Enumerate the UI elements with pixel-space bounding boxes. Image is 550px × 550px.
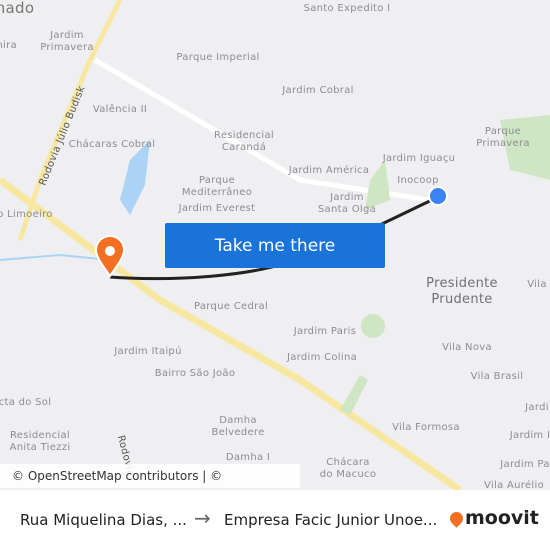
moovit-pin-icon <box>447 508 466 528</box>
map-label: Chácaras Cobral <box>68 139 156 150</box>
map-label: Vila Nova <box>442 342 492 353</box>
map-label: Jardi <box>525 402 549 413</box>
map-label: hado <box>0 0 35 17</box>
map-label: mira <box>0 40 17 51</box>
map-label: Jardim Iguaçu <box>382 153 456 164</box>
map-label: Jardim Itaipú <box>114 346 182 357</box>
map-label: Inocoop <box>397 175 439 186</box>
map-label: cta do Sol <box>0 397 52 408</box>
map-label: Parque Primavera <box>476 126 530 149</box>
map-label: Jardim Cobral <box>282 85 354 96</box>
map-label: Bairro São João <box>154 368 236 379</box>
map-label: o Limoeiro <box>0 209 53 220</box>
map[interactable]: hado Jardim Primavera mira Santo Expedito I… <box>0 0 550 490</box>
lake <box>120 140 150 215</box>
map-label: Vila <box>527 279 547 290</box>
map-label: Parque Cedral <box>193 301 269 312</box>
take-me-there-button[interactable]: Take me there <box>165 223 385 268</box>
map-label: Jardim Pa <box>500 459 550 470</box>
map-label: Jardim Santa Olga <box>317 192 377 215</box>
map-label: Vila Formosa <box>392 422 460 433</box>
map-label: Chácara do Macuco <box>319 457 377 480</box>
map-label: Damha I <box>225 452 271 463</box>
map-label: Vila Aurélio <box>484 480 544 490</box>
map-label: Damha Belvedere <box>211 415 265 438</box>
arrow-right-icon: → <box>194 506 211 530</box>
map-label: Residencial Carandá <box>214 130 274 153</box>
map-label: Santo Expedito I <box>303 3 391 14</box>
map-label: Jardim Paris <box>293 326 357 337</box>
park <box>340 375 368 415</box>
moovit-logo: moovit <box>447 507 539 529</box>
map-attribution[interactable]: © OpenStreetMap contributors | © OpenMap… <box>0 464 300 488</box>
map-label: Parque Imperial <box>176 52 260 63</box>
destination-label: Empresa Facic Junior Unoe... <box>224 511 438 529</box>
map-label: Jardim América <box>288 165 370 176</box>
map-label: Jardim I <box>509 430 550 441</box>
map-label: Jardim Primavera <box>40 30 94 53</box>
destination-marker-dot <box>105 246 115 256</box>
map-label: Jardim Colina <box>286 352 358 363</box>
map-label: Presidente Prudente <box>426 276 498 307</box>
map-label: Parque Mediterrâneo <box>181 175 253 198</box>
park <box>361 314 385 338</box>
origin-label: Rua Miquelina Dias, ... <box>20 511 187 529</box>
map-label: Vila Brasil <box>470 371 524 382</box>
bottom-bar: Rua Miquelina Dias, ... → Empresa Facic … <box>0 490 550 550</box>
map-label: Residencial Anita Tiezzi <box>9 430 71 453</box>
map-label: Valência II <box>92 104 148 115</box>
map-label: Jardim Everest <box>178 203 256 214</box>
origin-marker <box>428 186 448 206</box>
river <box>0 253 111 261</box>
